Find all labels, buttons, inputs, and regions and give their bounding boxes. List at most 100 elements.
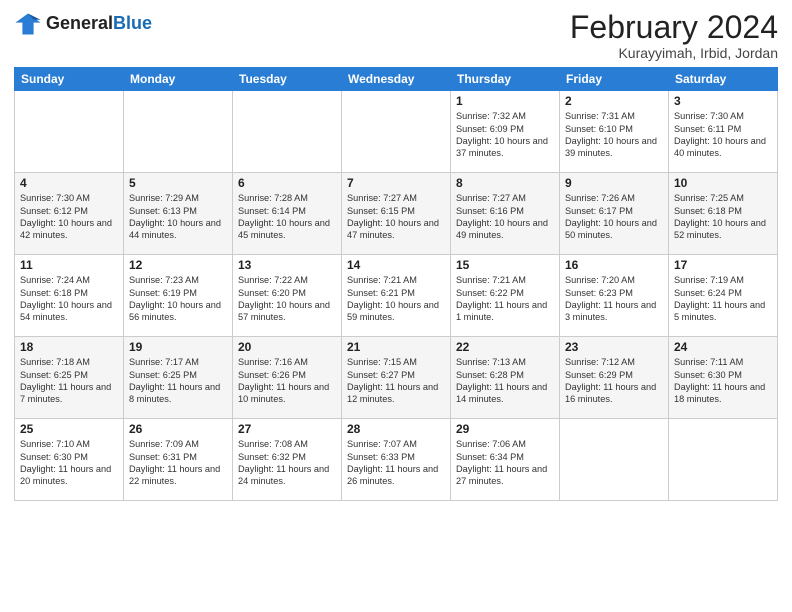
day-info: Sunrise: 7:17 AM Sunset: 6:25 PM Dayligh… — [129, 356, 227, 406]
day-number: 5 — [129, 176, 227, 190]
day-number: 29 — [456, 422, 554, 436]
calendar-table: SundayMondayTuesdayWednesdayThursdayFrid… — [14, 67, 778, 501]
calendar-cell: 13 Sunrise: 7:22 AM Sunset: 6:20 PM Dayli… — [233, 255, 342, 337]
day-number: 24 — [674, 340, 772, 354]
calendar-header-row: SundayMondayTuesdayWednesdayThursdayFrid… — [15, 68, 778, 91]
day-info: Sunrise: 7:09 AM Sunset: 6:31 PM Dayligh… — [129, 438, 227, 488]
day-info: Sunrise: 7:19 AM Sunset: 6:24 PM Dayligh… — [674, 274, 772, 324]
day-number: 3 — [674, 94, 772, 108]
day-info: Sunrise: 7:30 AM Sunset: 6:11 PM Dayligh… — [674, 110, 772, 160]
calendar-cell: 17Sunrise: 7:19 AM Sunset: 6:24 PM Dayli… — [669, 255, 778, 337]
day-info: Sunrise: 7:23 AM Sunset: 6:19 PM Dayligh… — [129, 274, 227, 324]
day-number: 8 — [456, 176, 554, 190]
calendar-cell: 26 Sunrise: 7:09 AM Sunset: 6:31 PM Dayli… — [124, 419, 233, 501]
calendar-cell: 4 Sunrise: 7:30 AM Sunset: 6:12 PM Daylig… — [15, 173, 124, 255]
logo-blue: Blue — [113, 14, 152, 34]
calendar-dow-tuesday: Tuesday — [233, 68, 342, 91]
day-number: 1 — [456, 94, 554, 108]
day-number: 27 — [238, 422, 336, 436]
day-number: 10 — [674, 176, 772, 190]
calendar-cell: 23 Sunrise: 7:12 AM Sunset: 6:29 PM Dayli… — [560, 337, 669, 419]
calendar-cell: 20 Sunrise: 7:16 AM Sunset: 6:26 PM Dayli… — [233, 337, 342, 419]
day-info: Sunrise: 7:26 AM Sunset: 6:17 PM Dayligh… — [565, 192, 663, 242]
calendar-cell: 28 Sunrise: 7:07 AM Sunset: 6:33 PM Dayli… — [342, 419, 451, 501]
location: Kurayyimah, Irbid, Jordan — [570, 45, 778, 61]
calendar-cell: 11Sunrise: 7:24 AM Sunset: 6:18 PM Dayli… — [15, 255, 124, 337]
day-info: Sunrise: 7:21 AM Sunset: 6:22 PM Dayligh… — [456, 274, 554, 324]
calendar-cell: 19 Sunrise: 7:17 AM Sunset: 6:25 PM Dayli… — [124, 337, 233, 419]
calendar-cell: 29 Sunrise: 7:06 AM Sunset: 6:34 PM Dayli… — [451, 419, 560, 501]
calendar-cell: 27 Sunrise: 7:08 AM Sunset: 6:32 PM Dayli… — [233, 419, 342, 501]
calendar-dow-wednesday: Wednesday — [342, 68, 451, 91]
day-info: Sunrise: 7:16 AM Sunset: 6:26 PM Dayligh… — [238, 356, 336, 406]
day-number: 15 — [456, 258, 554, 272]
day-info: Sunrise: 7:24 AM Sunset: 6:18 PM Dayligh… — [20, 274, 118, 324]
day-info: Sunrise: 7:25 AM Sunset: 6:18 PM Dayligh… — [674, 192, 772, 242]
calendar-cell — [15, 91, 124, 173]
calendar-cell: 1 Sunrise: 7:32 AM Sunset: 6:09 PM Daylig… — [451, 91, 560, 173]
day-info: Sunrise: 7:21 AM Sunset: 6:21 PM Dayligh… — [347, 274, 445, 324]
month-year: February 2024 — [570, 10, 778, 45]
day-info: Sunrise: 7:27 AM Sunset: 6:16 PM Dayligh… — [456, 192, 554, 242]
calendar-cell: 6Sunrise: 7:28 AM Sunset: 6:14 PM Daylig… — [233, 173, 342, 255]
day-info: Sunrise: 7:11 AM Sunset: 6:30 PM Dayligh… — [674, 356, 772, 406]
calendar-cell: 14Sunrise: 7:21 AM Sunset: 6:21 PM Dayli… — [342, 255, 451, 337]
calendar-cell — [342, 91, 451, 173]
day-info: Sunrise: 7:15 AM Sunset: 6:27 PM Dayligh… — [347, 356, 445, 406]
day-number: 19 — [129, 340, 227, 354]
day-info: Sunrise: 7:13 AM Sunset: 6:28 PM Dayligh… — [456, 356, 554, 406]
day-number: 13 — [238, 258, 336, 272]
calendar-week-2: 4 Sunrise: 7:30 AM Sunset: 6:12 PM Daylig… — [15, 173, 778, 255]
calendar-cell: 18Sunrise: 7:18 AM Sunset: 6:25 PM Dayli… — [15, 337, 124, 419]
day-number: 28 — [347, 422, 445, 436]
day-info: Sunrise: 7:29 AM Sunset: 6:13 PM Dayligh… — [129, 192, 227, 242]
calendar-cell — [124, 91, 233, 173]
calendar-cell: 25Sunrise: 7:10 AM Sunset: 6:30 PM Dayli… — [15, 419, 124, 501]
calendar-cell — [233, 91, 342, 173]
day-info: Sunrise: 7:27 AM Sunset: 6:15 PM Dayligh… — [347, 192, 445, 242]
logo: GeneralBlue — [14, 10, 152, 38]
calendar-cell: 10 Sunrise: 7:25 AM Sunset: 6:18 PM Dayli… — [669, 173, 778, 255]
day-number: 7 — [347, 176, 445, 190]
calendar-cell: 16 Sunrise: 7:20 AM Sunset: 6:23 PM Dayli… — [560, 255, 669, 337]
day-info: Sunrise: 7:06 AM Sunset: 6:34 PM Dayligh… — [456, 438, 554, 488]
day-number: 12 — [129, 258, 227, 272]
day-number: 2 — [565, 94, 663, 108]
calendar-week-3: 11Sunrise: 7:24 AM Sunset: 6:18 PM Dayli… — [15, 255, 778, 337]
title-block: February 2024 Kurayyimah, Irbid, Jordan — [570, 10, 778, 61]
day-number: 4 — [20, 176, 118, 190]
day-info: Sunrise: 7:30 AM Sunset: 6:12 PM Dayligh… — [20, 192, 118, 242]
calendar-cell: 9 Sunrise: 7:26 AM Sunset: 6:17 PM Daylig… — [560, 173, 669, 255]
calendar-cell: 21 Sunrise: 7:15 AM Sunset: 6:27 PM Dayli… — [342, 337, 451, 419]
day-number: 25 — [20, 422, 118, 436]
calendar-dow-thursday: Thursday — [451, 68, 560, 91]
calendar-cell: 2 Sunrise: 7:31 AM Sunset: 6:10 PM Daylig… — [560, 91, 669, 173]
logo-general: General — [46, 14, 113, 34]
day-info: Sunrise: 7:08 AM Sunset: 6:32 PM Dayligh… — [238, 438, 336, 488]
calendar-week-1: 1 Sunrise: 7:32 AM Sunset: 6:09 PM Daylig… — [15, 91, 778, 173]
calendar-cell: 3 Sunrise: 7:30 AM Sunset: 6:11 PM Daylig… — [669, 91, 778, 173]
calendar-cell: 15 Sunrise: 7:21 AM Sunset: 6:22 PM Dayli… — [451, 255, 560, 337]
day-number: 21 — [347, 340, 445, 354]
calendar-cell — [669, 419, 778, 501]
day-number: 23 — [565, 340, 663, 354]
day-info: Sunrise: 7:07 AM Sunset: 6:33 PM Dayligh… — [347, 438, 445, 488]
day-number: 20 — [238, 340, 336, 354]
calendar-dow-sunday: Sunday — [15, 68, 124, 91]
header: GeneralBlue February 2024 Kurayyimah, Ir… — [14, 10, 778, 61]
day-number: 22 — [456, 340, 554, 354]
page: GeneralBlue February 2024 Kurayyimah, Ir… — [0, 0, 792, 612]
day-info: Sunrise: 7:20 AM Sunset: 6:23 PM Dayligh… — [565, 274, 663, 324]
day-number: 16 — [565, 258, 663, 272]
logo-text: GeneralBlue — [46, 14, 152, 34]
calendar-cell: 5 Sunrise: 7:29 AM Sunset: 6:13 PM Daylig… — [124, 173, 233, 255]
day-number: 26 — [129, 422, 227, 436]
day-info: Sunrise: 7:12 AM Sunset: 6:29 PM Dayligh… — [565, 356, 663, 406]
day-number: 6 — [238, 176, 336, 190]
day-info: Sunrise: 7:22 AM Sunset: 6:20 PM Dayligh… — [238, 274, 336, 324]
day-number: 9 — [565, 176, 663, 190]
day-info: Sunrise: 7:32 AM Sunset: 6:09 PM Dayligh… — [456, 110, 554, 160]
day-number: 18 — [20, 340, 118, 354]
logo-bird-icon — [14, 10, 42, 38]
day-info: Sunrise: 7:31 AM Sunset: 6:10 PM Dayligh… — [565, 110, 663, 160]
